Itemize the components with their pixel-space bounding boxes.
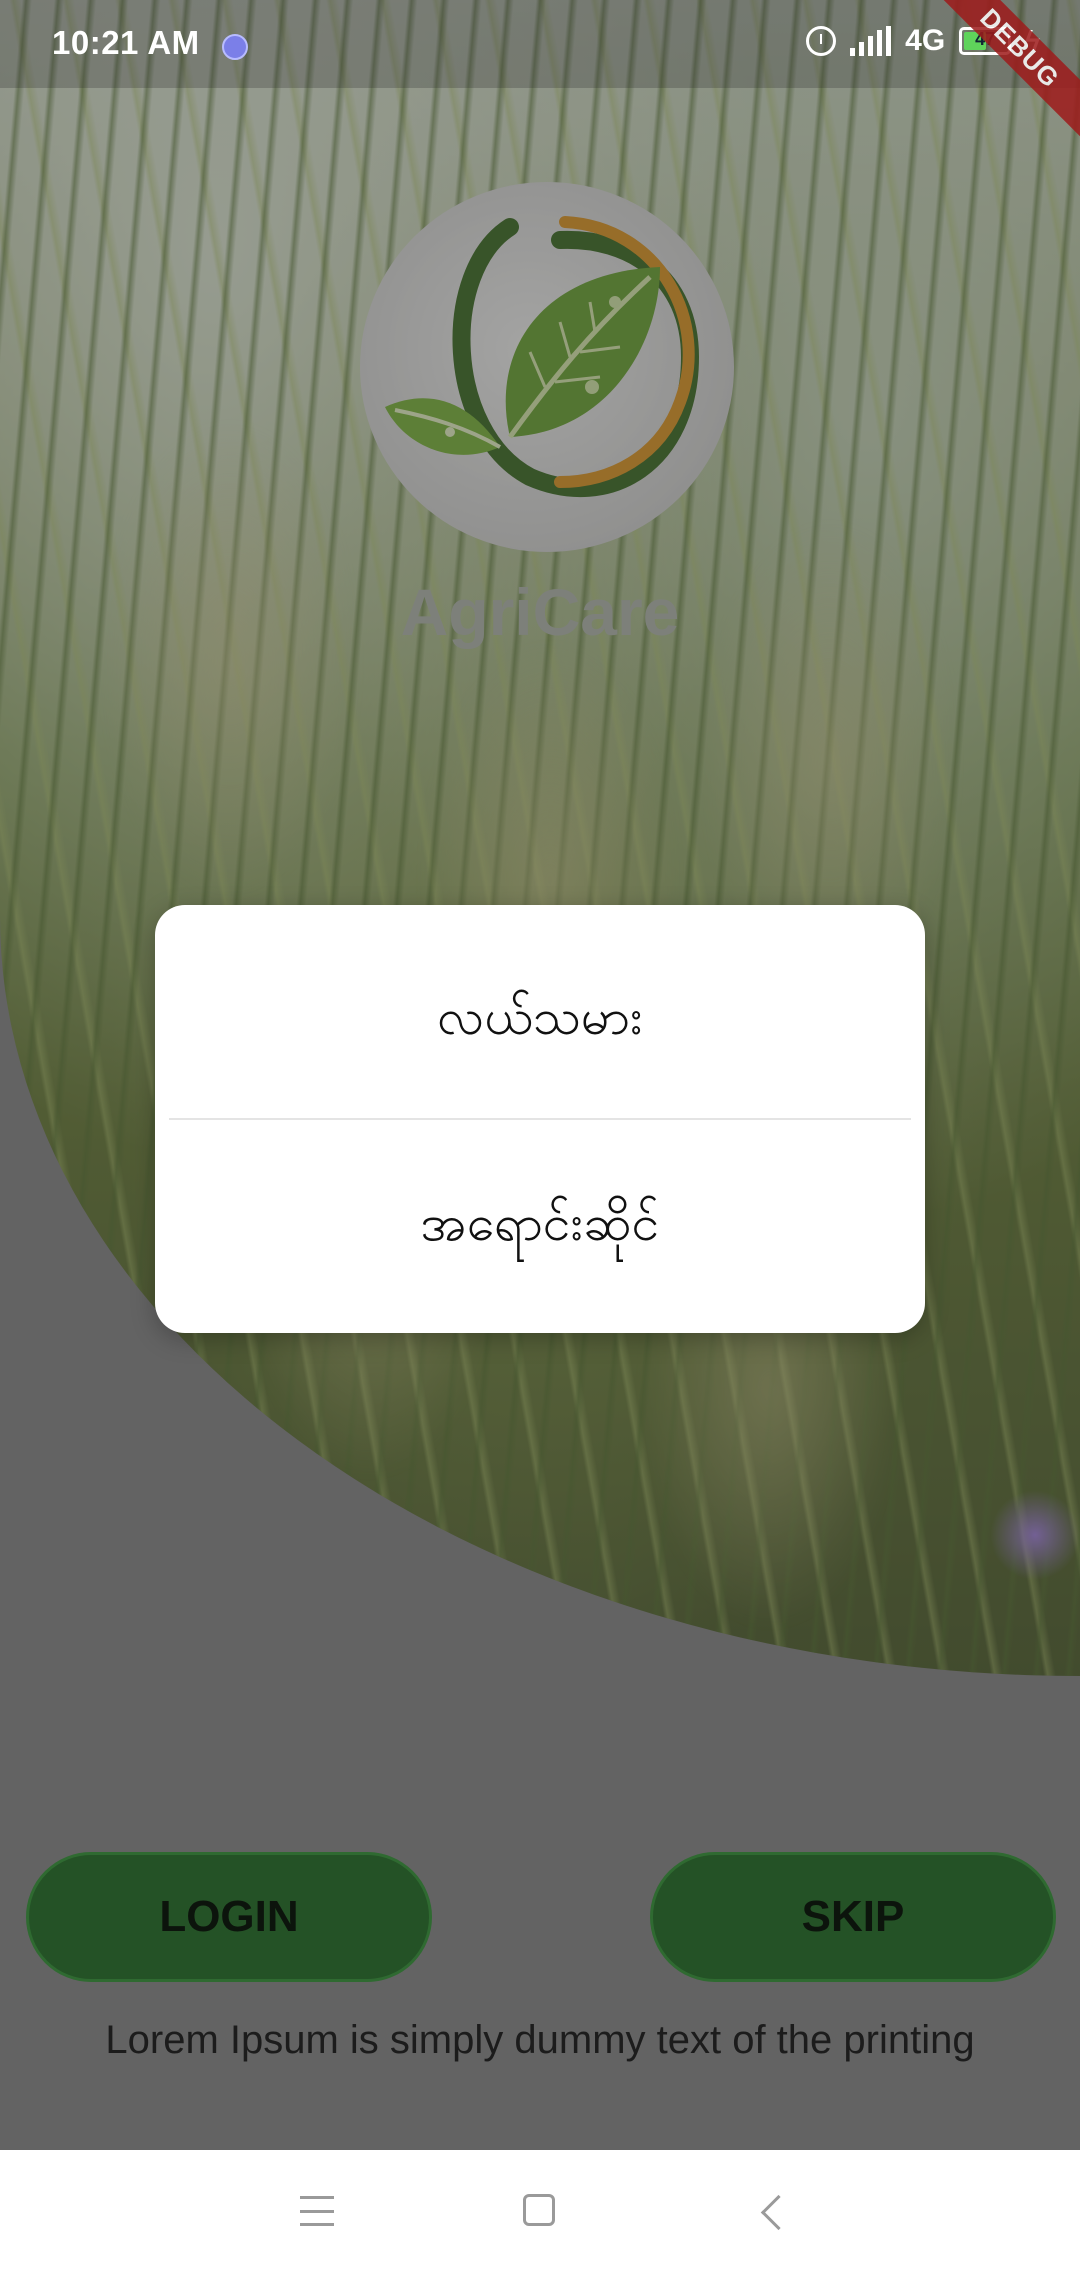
status-bar: 10:21 AM 4G 47 ϟ: [0, 0, 1080, 88]
back-icon[interactable]: [760, 2194, 797, 2231]
status-time: 10:21 AM: [52, 24, 200, 61]
login-button[interactable]: LOGIN: [26, 1852, 432, 1982]
home-icon[interactable]: [523, 2194, 555, 2226]
network-type: 4G: [905, 24, 946, 57]
alarm-icon: [806, 26, 837, 56]
navigation-bar: [0, 2150, 1080, 2280]
role-selection-dialog: လယ်သမား အရောင်းဆိုင်: [155, 905, 925, 1333]
dialog-option-farmer[interactable]: လယ်သမား: [155, 917, 925, 1117]
dialog-divider: [169, 1118, 911, 1120]
skip-button[interactable]: SKIP: [650, 1852, 1056, 1982]
signal-icon: [850, 26, 892, 56]
screen: AgriCare 10:21 AM 4G 47 ϟ DEBUG လယ်သမား …: [0, 0, 1080, 2280]
tagline-text: Lorem Ipsum is simply dummy text of the …: [105, 2018, 975, 2062]
notification-icon: [222, 34, 248, 60]
dialog-option-shop[interactable]: အရောင်းဆိုင်: [155, 1123, 925, 1323]
menu-icon[interactable]: [300, 2196, 334, 2226]
